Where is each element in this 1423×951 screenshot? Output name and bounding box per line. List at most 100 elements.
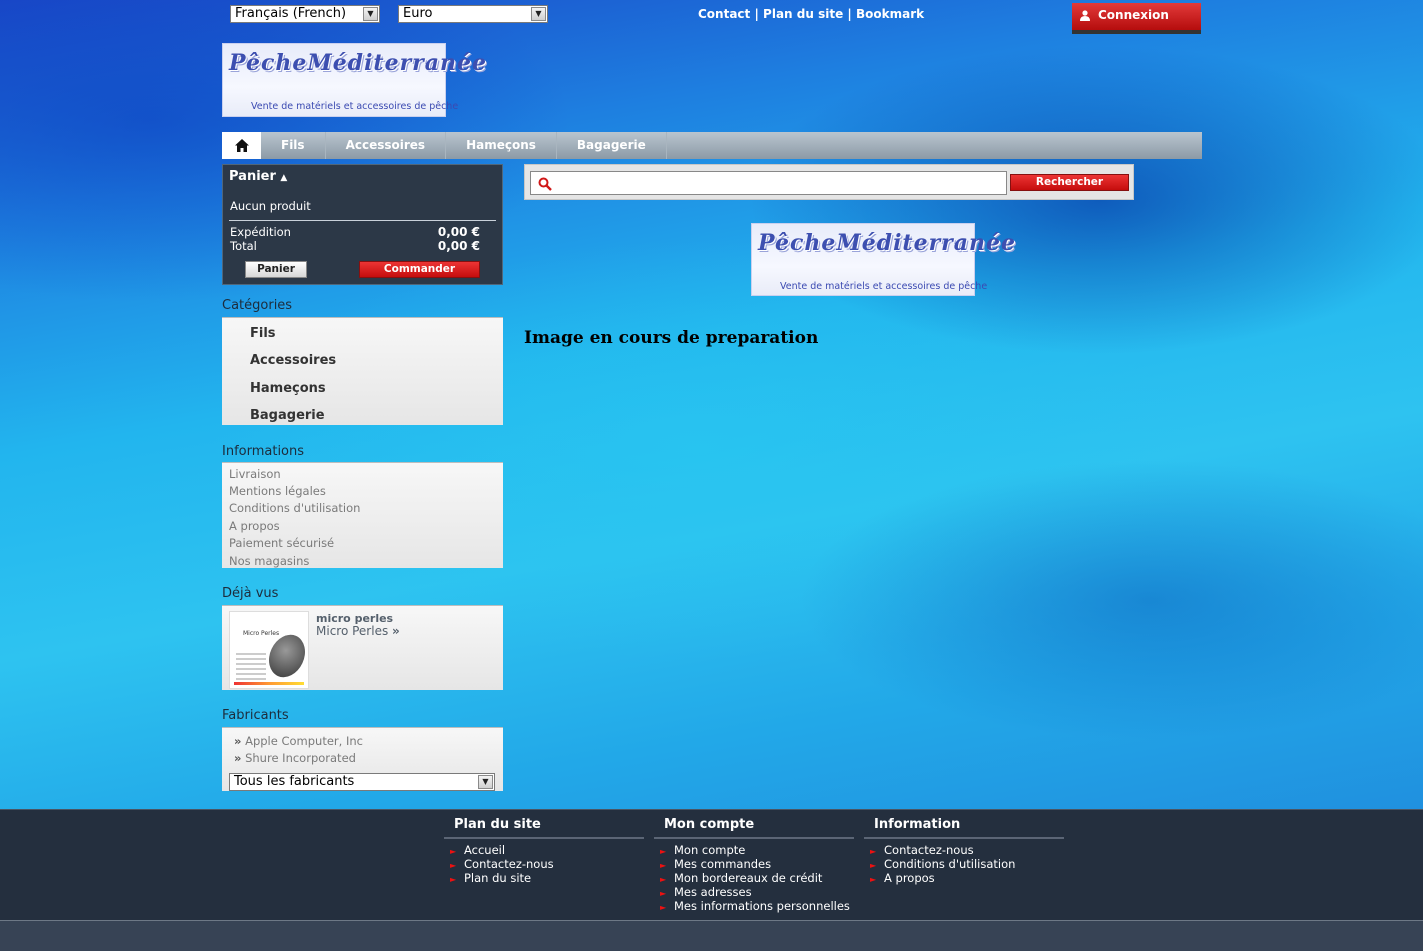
- cart-block: Panier ▲ Aucun produit Expédition 0,00 €…: [222, 164, 503, 285]
- footer-link-label: Accueil: [464, 843, 506, 857]
- footer-link[interactable]: ► Accueil: [450, 844, 554, 858]
- bookmark-link[interactable]: Bookmark: [856, 7, 924, 21]
- category-fils[interactable]: Fils: [250, 326, 276, 341]
- manufacturer-apple-label: Apple Computer, Inc: [245, 734, 363, 748]
- cart-button[interactable]: Panier: [245, 261, 307, 278]
- footer-link-label: Plan du site: [464, 871, 532, 885]
- arrow-right-icon: ►: [450, 847, 457, 856]
- viewed-list: Micro Perles micro perles Micro Perles »: [222, 605, 503, 690]
- footer-link[interactable]: ► Mes commandes: [660, 858, 850, 872]
- categories-list: Fils Accessoires Hameçons Bagagerie: [222, 317, 503, 425]
- user-icon: [1080, 10, 1090, 21]
- chevron-down-icon: ▼: [531, 7, 546, 21]
- thumb-text-lines: [236, 652, 266, 680]
- footer-link-label: Mon bordereaux de crédit: [674, 871, 823, 885]
- arrow-right-icon: ►: [660, 875, 667, 884]
- footer-link-label: Mes informations personnelles: [674, 899, 850, 913]
- informations-list: Livraison Mentions légales Conditions d'…: [222, 462, 503, 568]
- login-button[interactable]: Connexion: [1072, 3, 1201, 34]
- manufacturer-select-value: Tous les fabricants: [234, 774, 355, 789]
- arrow-right-icon: ►: [450, 861, 457, 870]
- menu-home[interactable]: [222, 132, 261, 159]
- footer-link[interactable]: ► Contactez-nous: [450, 858, 554, 872]
- info-paiement[interactable]: Paiement sécurisé: [229, 536, 334, 550]
- cart-title-label: Panier: [229, 169, 276, 184]
- thumb-title: Micro Perles: [243, 630, 280, 637]
- viewed-title: Déjà vus: [222, 586, 279, 601]
- footer-link-label: Contactez-nous: [884, 843, 974, 857]
- main-menu: Fils Accessoires Hameçons Bagagerie: [222, 132, 1202, 159]
- arrow-right-icon: ►: [450, 875, 457, 884]
- arrow-right-icon: ►: [660, 861, 667, 870]
- info-magasins[interactable]: Nos magasins: [229, 554, 309, 568]
- footer-link[interactable]: ► Plan du site: [450, 872, 554, 886]
- cart-divider: [229, 220, 496, 221]
- footer-link[interactable]: ► A propos: [870, 872, 1015, 886]
- menu-item-hamecons[interactable]: Hameçons: [446, 132, 557, 159]
- arrow-right-icon: ►: [870, 847, 877, 856]
- double-chevron-icon: »: [234, 751, 242, 765]
- footer-link-label: Mes commandes: [674, 857, 772, 871]
- manufacturer-shure[interactable]: » Shure Incorporated: [234, 751, 356, 765]
- footer-link[interactable]: ► Mon bordereaux de crédit: [660, 872, 850, 886]
- footer-link-label: Conditions d'utilisation: [884, 857, 1016, 871]
- search-input[interactable]: [530, 171, 1007, 195]
- search-icon: [538, 177, 552, 191]
- info-livraison[interactable]: Livraison: [229, 467, 281, 481]
- checkout-button[interactable]: Commander: [359, 261, 480, 278]
- site-logo[interactable]: PêcheMéditerranée Vente de matériels et …: [222, 43, 486, 117]
- footer-link[interactable]: ► Conditions d'utilisation: [870, 858, 1015, 872]
- menu-item-accessoires[interactable]: Accessoires: [326, 132, 447, 159]
- footer-link[interactable]: ► Mon compte: [660, 844, 850, 858]
- sitemap-link[interactable]: Plan du site: [763, 7, 843, 21]
- footer-link[interactable]: ► Mes informations personnelles: [660, 900, 850, 914]
- arrow-right-icon: ►: [660, 889, 667, 898]
- contact-link[interactable]: Contact: [698, 7, 750, 21]
- footer-divider: [864, 837, 1064, 839]
- footer-sitemap-title: Plan du site: [454, 817, 541, 832]
- manufacturers-list: » Apple Computer, Inc » Shure Incorporat…: [222, 727, 503, 791]
- thumb-color-strip: [234, 682, 304, 685]
- language-select[interactable]: Français (French) ▼: [230, 5, 380, 23]
- product-desc-text: Micro Perles: [316, 624, 389, 638]
- cart-empty-text: Aucun produit: [230, 199, 311, 213]
- footer-link[interactable]: ► Contactez-nous: [870, 844, 1015, 858]
- language-select-value: Français (French): [235, 6, 347, 21]
- manufacturer-apple[interactable]: » Apple Computer, Inc: [234, 734, 363, 748]
- product-thumbnail[interactable]: Micro Perles: [229, 611, 312, 689]
- arrow-right-icon: ►: [870, 875, 877, 884]
- category-hamecons[interactable]: Hameçons: [250, 381, 326, 396]
- footer-link-label: A propos: [884, 871, 935, 885]
- arrow-right-icon: ►: [870, 861, 877, 870]
- home-icon: [234, 139, 249, 152]
- total-label: Total: [230, 239, 257, 253]
- footer-link-label: Mes adresses: [674, 885, 752, 899]
- footer-link-label: Contactez-nous: [464, 857, 554, 871]
- category-bagagerie[interactable]: Bagagerie: [250, 408, 325, 423]
- category-accessoires[interactable]: Accessoires: [250, 353, 336, 368]
- login-label: Connexion: [1098, 8, 1169, 22]
- info-mentions[interactable]: Mentions légales: [229, 484, 326, 498]
- info-conditions[interactable]: Conditions d'utilisation: [229, 501, 360, 515]
- categories-title: Catégories: [222, 298, 293, 313]
- footer-bottom-bar: [0, 920, 1423, 951]
- currency-select[interactable]: Euro ▼: [398, 5, 548, 23]
- footer-divider: [654, 837, 854, 839]
- menu-item-fils[interactable]: Fils: [261, 132, 326, 159]
- menu-item-bagagerie[interactable]: Bagagerie: [557, 132, 667, 159]
- search-button[interactable]: Rechercher: [1010, 174, 1129, 191]
- info-apropos[interactable]: A propos: [229, 519, 280, 533]
- footer-link[interactable]: ► Mes adresses: [660, 886, 850, 900]
- manufacturer-select[interactable]: Tous les fabricants ▼: [229, 773, 495, 791]
- arrow-right-icon: ►: [660, 847, 667, 856]
- currency-select-value: Euro: [403, 6, 433, 21]
- cart-title[interactable]: Panier ▲: [229, 169, 287, 184]
- shipping-value: 0,00 €: [437, 225, 480, 239]
- product-desc[interactable]: Micro Perles »: [316, 624, 400, 638]
- manufacturer-shure-label: Shure Incorporated: [245, 751, 356, 765]
- chevron-down-icon: ▼: [363, 7, 378, 21]
- link-separator: |: [847, 7, 852, 21]
- logo-brand: PêcheMéditerranée: [229, 50, 488, 76]
- content-logo: PêcheMéditerranée Vente de matériels et …: [751, 223, 1015, 296]
- caret-up-icon: ▲: [280, 173, 288, 183]
